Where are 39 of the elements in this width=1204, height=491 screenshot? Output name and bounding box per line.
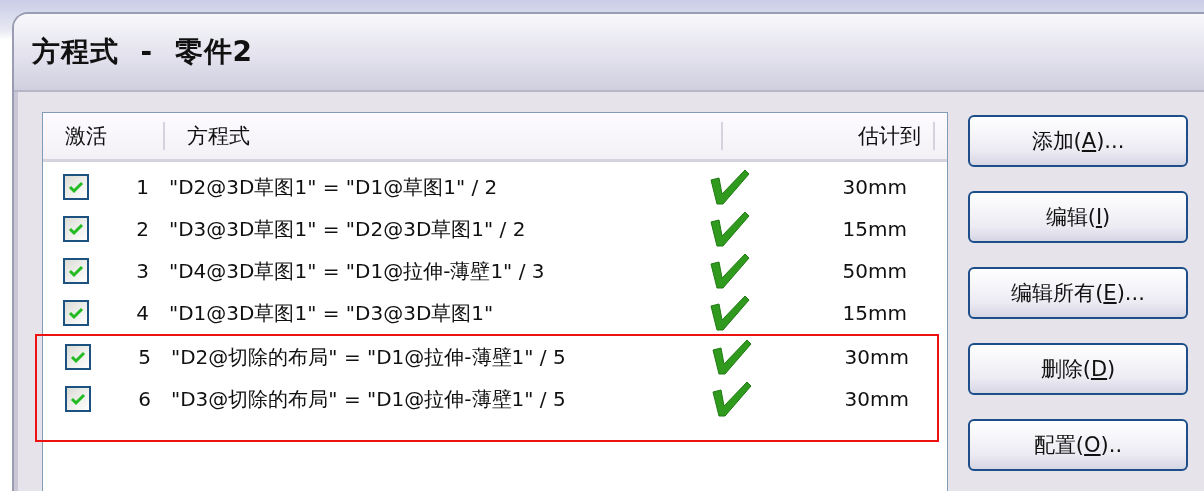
checkbox-tick-icon [68, 180, 84, 194]
evaluated-value: 30mm [841, 175, 907, 199]
row-number: 5 [137, 345, 151, 369]
checkbox-tick-icon [68, 306, 84, 320]
column-header[interactable]: 方程式 [165, 122, 723, 150]
row-number: 1 [135, 175, 149, 199]
evaluated-value: 30mm [843, 345, 909, 369]
evaluated-value: 15mm [841, 217, 907, 241]
dialog-button[interactable]: 编辑所有(E)... [968, 267, 1188, 319]
equation-text: "D1@3D草图1" = "D3@3D草图1" [169, 299, 495, 327]
checkbox[interactable] [63, 258, 89, 284]
row-number: 4 [135, 301, 149, 325]
dialog-button[interactable]: 删除(D) [968, 343, 1188, 395]
dialog-button[interactable]: 配置(O).. [968, 419, 1188, 471]
checkbox[interactable] [63, 216, 89, 242]
equation-text: "D2@3D草图1" = "D1@草图1" / 2 [169, 173, 499, 201]
checkbox-tick-icon [68, 222, 84, 236]
row-number: 3 [135, 259, 149, 283]
equation-text: "D4@3D草图1" = "D1@拉伸-薄壁1" / 3 [169, 257, 546, 285]
equation-text: "D2@切除的布局" = "D1@拉伸-薄壁1" / 5 [171, 343, 567, 371]
row-number: 6 [137, 387, 151, 411]
checkbox[interactable] [63, 300, 89, 326]
checkbox[interactable] [65, 344, 91, 370]
column-header[interactable]: 激活 [43, 122, 165, 150]
checkbox[interactable] [63, 174, 89, 200]
evaluated-value: 30mm [843, 387, 909, 411]
dialog-button[interactable]: 添加(A)... [968, 115, 1188, 167]
checkbox-tick-icon [70, 392, 86, 406]
row-number: 2 [135, 217, 149, 241]
checkbox-tick-icon [68, 264, 84, 278]
window-title: 方程式 - 零件2 [32, 34, 254, 70]
dialog-button[interactable]: 编辑(I) [968, 191, 1188, 243]
evaluated-value: 15mm [841, 301, 907, 325]
checkbox-tick-icon [70, 350, 86, 364]
column-header[interactable]: 估计到 [723, 122, 935, 150]
evaluated-value: 50mm [841, 259, 907, 283]
equation-text: "D3@切除的布局" = "D1@拉伸-薄壁1" / 5 [171, 385, 567, 413]
checkbox[interactable] [65, 386, 91, 412]
equation-text: "D3@3D草图1" = "D2@3D草图1" / 2 [169, 215, 527, 243]
